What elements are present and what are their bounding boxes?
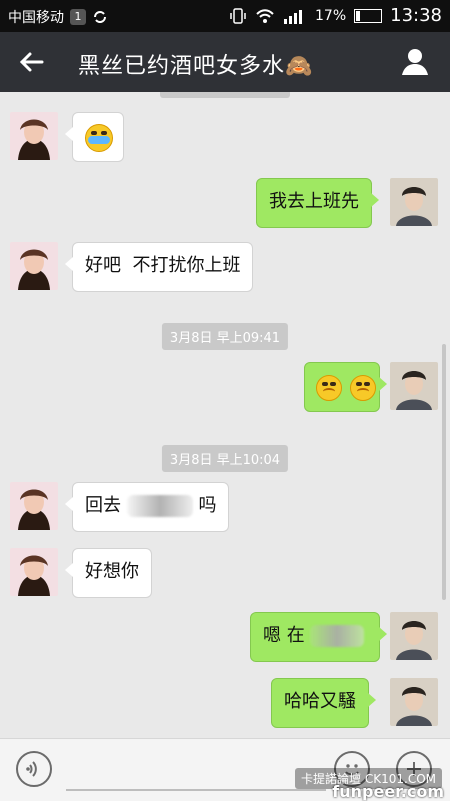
angry-emoji-icon [349, 375, 376, 401]
blurred-text [126, 495, 193, 517]
message-bubble-incoming[interactable]: 好想你 [65, 548, 152, 598]
chat-header: 黑丝已约酒吧女多水🙈 [0, 32, 450, 92]
message-text-prefix: 嗯 在 [263, 625, 305, 646]
watermark-text: funpeer.com [332, 782, 444, 801]
chat-title: 黑丝已约酒吧女多水🙈 [78, 54, 314, 79]
battery-icon [354, 8, 383, 23]
chat-area[interactable]: 我去上班先 好吧 不打扰你上班 3月8日 早上09:41 3月8日 早上10:0… [0, 92, 450, 738]
contact-avatar[interactable] [10, 242, 58, 290]
message-bubble-outgoing[interactable]: 哈哈又騷 [271, 678, 376, 728]
message-bubble-outgoing[interactable]: 我去上班先 [256, 178, 379, 228]
user-avatar[interactable] [390, 178, 438, 226]
bubble-tail [368, 693, 376, 707]
voice-button[interactable] [16, 751, 52, 787]
user-avatar[interactable] [390, 362, 438, 410]
bubble-tail [371, 193, 379, 207]
signal-icon [284, 9, 302, 24]
user-avatar[interactable] [390, 678, 438, 726]
crying-emoji-icon [85, 124, 113, 152]
message-text-prefix: 回去 [85, 495, 121, 516]
angry-emoji-icon [316, 375, 342, 401]
message-bubble-incoming[interactable]: 回去 吗 [65, 482, 230, 532]
contact-avatar[interactable] [10, 112, 58, 160]
timestamp: 3月8日 早上10:04 [161, 445, 289, 472]
message-bubble-incoming[interactable]: 好吧 不打扰你上班 [65, 242, 254, 292]
status-left: 中国移动 1 [8, 7, 108, 27]
sync-icon [94, 11, 106, 23]
battery-percent: 17% [315, 7, 347, 24]
profile-icon[interactable] [400, 46, 430, 76]
message-input[interactable] [66, 789, 326, 791]
contact-avatar[interactable] [10, 482, 58, 530]
blurred-text [310, 625, 365, 647]
contact-avatar[interactable] [10, 548, 58, 596]
timestamp-partial [160, 92, 290, 98]
message-bubble-outgoing[interactable] [304, 362, 387, 412]
scrollbar[interactable] [442, 344, 446, 600]
message-bubble-incoming[interactable] [65, 112, 124, 162]
message-text: 我去上班先 [269, 191, 359, 212]
status-right: 17% 13:38 [229, 5, 442, 26]
voice-icon [26, 761, 37, 777]
wifi-icon [256, 8, 274, 23]
status-bar: 中国移动 1 17% 13:38 [0, 0, 450, 32]
bubble-tail [65, 257, 73, 271]
bubble-tail [65, 497, 73, 511]
message-text: 好吧 不打扰你上班 [85, 255, 241, 276]
message-bubble-outgoing[interactable]: 嗯 在 [250, 612, 387, 662]
message-text: 好想你 [85, 561, 139, 582]
message-text-suffix: 吗 [198, 495, 217, 516]
carrier-label: 中国移动 [8, 10, 64, 26]
status-time: 13:38 [390, 5, 442, 26]
bubble-tail [379, 377, 387, 391]
bubble-tail [65, 563, 73, 577]
bubble-tail [379, 627, 387, 641]
user-avatar[interactable] [390, 612, 438, 660]
message-text: 哈哈又騷 [284, 691, 356, 712]
sim-badge: 1 [70, 9, 86, 25]
bubble-tail [65, 127, 73, 141]
vibrate-icon [230, 7, 246, 24]
timestamp: 3月8日 早上09:41 [161, 323, 289, 350]
back-arrow-icon[interactable] [16, 47, 46, 77]
